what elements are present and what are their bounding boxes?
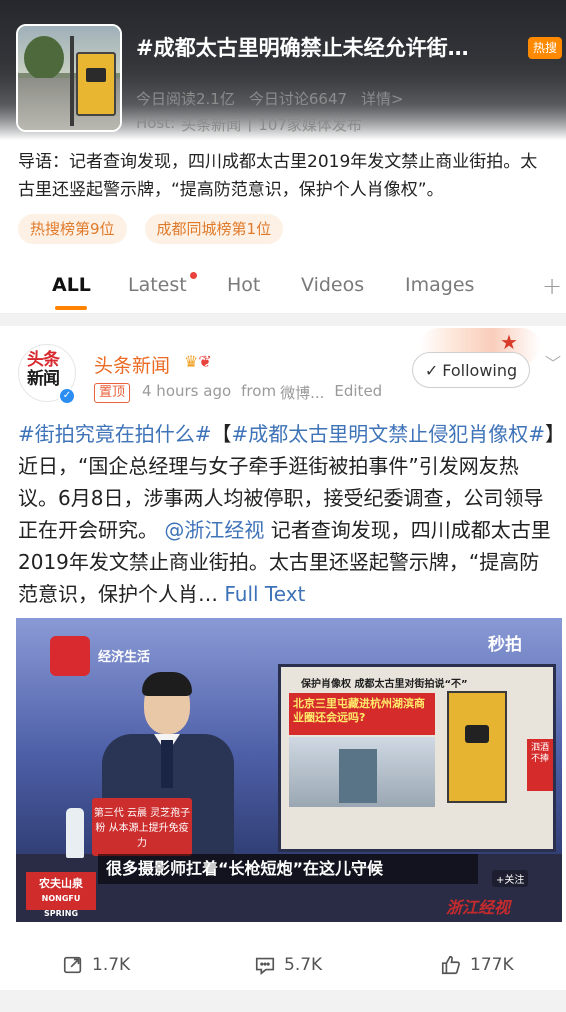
thumbnail-pole: [70, 36, 74, 126]
verified-icon: ✓: [58, 387, 76, 405]
screen-red-banner: 北京三里屯藏进杭州湖滨商业圈还会远吗?: [289, 693, 435, 735]
avatar-logo: 头条 新闻: [27, 350, 60, 389]
emblem-icon: ★: [500, 330, 518, 354]
author-name[interactable]: 头条新闻: [94, 351, 170, 378]
screen-warning-sign: [447, 691, 507, 803]
screen-side-label: 泗酒不捧: [527, 739, 553, 791]
channel-name: 经济生活: [98, 650, 151, 665]
hot-badge: 热搜: [528, 37, 562, 59]
rank-chips: 热搜榜第9位 成都同城榜第1位: [18, 214, 284, 244]
full-text-link[interactable]: Full Text: [224, 582, 305, 606]
video-follow-button[interactable]: +关注: [492, 870, 529, 887]
video-player[interactable]: 经济生活 秒拍 保护肖像权 成都太古里对街拍说“不” 北京三里屯藏进杭州湖滨商业…: [16, 618, 562, 922]
tab-hot[interactable]: Hot: [227, 274, 260, 296]
like-count: 177K: [470, 955, 514, 975]
screen-headline: 保护肖像权 成都太古里对街拍说“不”: [301, 679, 468, 690]
pinned-badge: 置顶: [94, 383, 131, 403]
video-brand: 秒拍: [488, 635, 522, 655]
guide-prefix: 导语：: [18, 152, 69, 172]
hashtag-link[interactable]: #成都太古里明文禁止侵犯肖像权#: [232, 422, 546, 446]
new-dot-indicator: [190, 272, 197, 279]
thumbnail-warning-sign: [76, 52, 116, 116]
thumbs-up-icon: [441, 955, 460, 975]
video-caption: 很多摄影师扛着“长枪短炮”在这儿守候: [98, 854, 478, 884]
author-badges: ♛❦: [184, 352, 212, 371]
section-divider: [0, 990, 566, 1012]
edited-label[interactable]: Edited: [334, 382, 382, 403]
mention-link[interactable]: @浙江经视: [164, 518, 264, 542]
chevron-down-icon[interactable]: ﹀: [545, 350, 561, 374]
post-actions: 1.7K 5.7K 177K: [0, 946, 566, 986]
media-count: 107家媒体发布: [258, 116, 362, 134]
guide-text: 记者查询发现，四川成都太古里2019年发文禁止商业街拍。太古里还竖起警示牌，“提…: [18, 152, 538, 200]
video-watermark: 浙江经视: [446, 898, 511, 917]
hashtag-link[interactable]: #街拍究竟在拍什么#: [18, 422, 212, 446]
avatar-logo-line2: 新闻: [27, 369, 60, 389]
tab-videos[interactable]: Videos: [301, 274, 364, 296]
repost-count: 1.7K: [92, 955, 131, 975]
following-button[interactable]: ✓ Following: [412, 352, 530, 388]
active-tab-underline: [55, 306, 87, 310]
add-tab-icon[interactable]: +: [542, 272, 562, 300]
desk-ad: 第三代 云晨 灵芝孢子粉 从本源上提升免疫力: [92, 798, 192, 856]
topic-title: #成都太古里明确禁止未经允许街…: [136, 36, 469, 60]
post-source[interactable]: 微博...: [280, 382, 324, 403]
discussion-count: 今日讨论6647: [248, 90, 348, 108]
comment-button[interactable]: 5.7K: [254, 954, 322, 976]
comment-count: 5.7K: [284, 955, 323, 975]
bracket-open: 【: [211, 422, 232, 446]
camera-icon: [465, 725, 489, 743]
anchor-hair: [142, 672, 192, 696]
topic-header: #成都太古里明确禁止未经允许街… 热搜 今日阅读2.1亿 今日讨论6647 详情…: [0, 0, 566, 140]
host-label: Host:: [136, 114, 176, 132]
tab-all[interactable]: ALL: [52, 274, 91, 296]
fire-icon: ❦: [198, 352, 212, 371]
rank-chip-local[interactable]: 成都同城榜第1位: [144, 214, 284, 244]
rank-chip-hot-search[interactable]: 热搜榜第9位: [18, 214, 127, 244]
sponsor-logo: 农夫山泉 NONGFU SPRING: [26, 872, 96, 918]
camera-icon: [86, 68, 106, 82]
thumbnail-tree: [24, 36, 64, 80]
post-time: 4 hours ago: [142, 382, 232, 400]
check-icon: ✓: [424, 360, 439, 380]
anchor-tie: [161, 740, 173, 788]
screen-photo: [289, 737, 435, 807]
channel-logo-icon: [50, 636, 90, 676]
topic-stats: 今日阅读2.1亿 今日讨论6647 详情>: [136, 88, 404, 109]
water-bottle: [66, 808, 84, 858]
host-divider: |: [247, 114, 253, 132]
like-button[interactable]: 177K: [440, 954, 514, 976]
following-label: Following: [442, 360, 518, 380]
post-meta: 4 hours ago from 微博... Edited: [142, 382, 382, 403]
post-body: #街拍究竟在拍什么#【#成都太古里明文禁止侵犯肖像权#】近日，“国企总经理与女子…: [18, 418, 558, 610]
crown-icon: ♛: [184, 352, 199, 371]
host-name[interactable]: 头条新闻: [181, 114, 241, 135]
building-shape: [339, 749, 377, 803]
from-label: from: [241, 382, 277, 400]
tab-latest[interactable]: Latest: [128, 274, 187, 296]
avatar-logo-line1: 头条: [27, 350, 60, 370]
sponsor-name-en: NONGFU SPRING: [41, 894, 81, 918]
comment-icon: [255, 957, 275, 975]
topic-host: Host: 头条新闻 | 107家媒体发布: [136, 114, 362, 135]
reads-count: 今日阅读2.1亿: [136, 90, 235, 108]
sponsor-name: 农夫山泉: [39, 877, 83, 890]
studio-screen: 保护肖像权 成都太古里对街拍说“不” 北京三里屯藏进杭州湖滨商业圈还会远吗? 泗…: [278, 664, 556, 852]
repost-icon: [63, 956, 82, 974]
section-divider: [0, 314, 566, 326]
topic-thumbnail[interactable]: [16, 24, 122, 132]
topic-guide: 导语：记者查询发现，四川成都太古里2019年发文禁止商业街拍。太古里还竖起警示牌…: [18, 148, 553, 204]
tab-images[interactable]: Images: [405, 274, 474, 296]
details-link[interactable]: 详情>: [361, 88, 404, 109]
repost-button[interactable]: 1.7K: [62, 954, 130, 976]
